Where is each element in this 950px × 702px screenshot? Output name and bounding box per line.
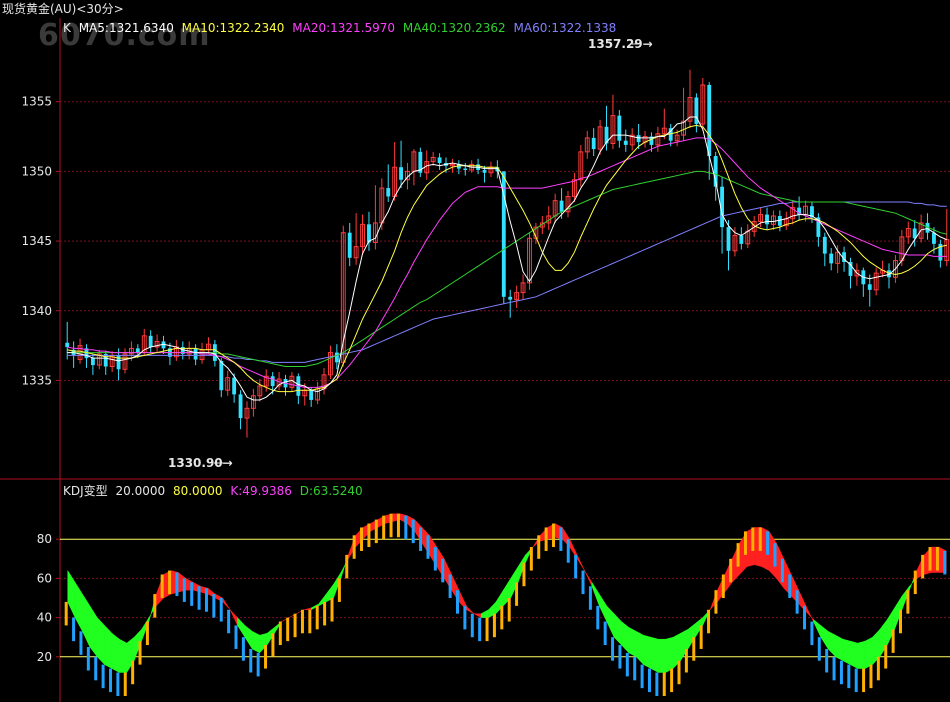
kdj-ribbon-segment [222, 597, 231, 610]
candle-body-down [508, 296, 513, 300]
candle-body-down [232, 377, 237, 395]
kdj-ribbon-segment [864, 636, 873, 669]
candle-body-down [65, 342, 70, 347]
legend-ma20: MA20:1321.5970 [292, 21, 396, 35]
candle-body-down [559, 200, 564, 212]
candle-body-down [219, 360, 224, 391]
kdj-ribbon-segment [466, 605, 474, 614]
kdj-ribbon-segment [820, 624, 829, 650]
kdj-ribbon-segment [850, 640, 858, 669]
candle-body-down [135, 348, 140, 353]
candle-body-down [636, 135, 641, 143]
kdj-legend-k: K:49.9386 [230, 484, 292, 498]
kdj-ribbon-segment [857, 640, 866, 669]
candle-body-down [829, 253, 834, 264]
kdj-ribbon-segment [237, 616, 246, 639]
candle-body-down [482, 169, 487, 173]
kdj-y-tick-label: 80 [37, 532, 52, 546]
legend-ma60: MA60:1322.1338 [513, 21, 617, 35]
kdj-ribbon-segment [621, 621, 630, 654]
ma20-line [67, 137, 947, 388]
kdj-ribbon-segment [303, 607, 312, 611]
candle-body-down [707, 84, 712, 157]
kdj-legend-p2: 80.0000 [172, 484, 223, 498]
kdj-ribbon-segment [473, 613, 482, 619]
kdj-ribbon-segment [252, 630, 260, 654]
candle-body-down [90, 358, 95, 366]
candle-body-down [334, 352, 339, 363]
candle-body-down [386, 188, 391, 197]
kdj-ribbon-segment [835, 634, 844, 662]
kdj-ribbon-segment [89, 604, 98, 658]
ma-legend: K MA5:1321.6340 MA10:1322.2340 MA20:1321… [63, 21, 620, 35]
candle-body-down [765, 214, 769, 225]
candle-body-down [238, 394, 243, 419]
candle-body-down [822, 236, 827, 254]
kdj-ribbon-segment [665, 636, 674, 673]
kdj-ribbon-segment [480, 609, 489, 618]
kdj-y-tick-label: 40 [37, 611, 52, 625]
kdj-ribbon-segment [606, 605, 615, 638]
kdj-ribbon-segment [96, 616, 105, 666]
kdj-legend-name: KDJ变型 [63, 484, 108, 498]
kdj-y-tick-label: 20 [37, 650, 52, 664]
kdj-ribbon-segment [119, 638, 128, 673]
candle-body-down [270, 376, 275, 387]
kdj-ribbon-segment [643, 634, 652, 669]
kdj-legend-d: D:63.5240 [299, 484, 363, 498]
kdj-ribbon-segment [67, 569, 76, 618]
candle-body-down [347, 232, 352, 258]
legend-ma40: MA40:1320.2362 [402, 21, 506, 35]
candle-body-down [463, 168, 468, 170]
y-tick-label: 1345 [21, 234, 52, 248]
kdj-ribbon-segment [244, 624, 253, 650]
kdj-ribbon-segment [111, 632, 120, 673]
candle-body-down [867, 284, 872, 290]
chart-canvas: 1335 1340 1345 1350 1355 20 40 60 80 [0, 18, 950, 702]
kdj-ribbon-segment [805, 605, 814, 622]
kdj-legend: KDJ变型 20.0000 80.0000 K:49.9386 D:63.524… [63, 482, 367, 499]
kdj-ribbon-segment [628, 626, 637, 658]
legend-ma10: MA10:1322.2340 [181, 21, 285, 35]
high-price-label: 1357.29→ [588, 37, 653, 51]
ma10-line [67, 124, 947, 393]
kdj-legend-p1: 20.0000 [115, 484, 166, 498]
candle-body-down [739, 235, 744, 244]
kdj-ribbon-segment [82, 593, 91, 648]
legend-k: K [63, 21, 71, 35]
candle-body-down [726, 227, 731, 251]
candle-body-down [309, 390, 314, 400]
ma40-line [67, 170, 947, 367]
kdj-ribbon-segment [650, 636, 659, 673]
low-price-label: 1330.90→ [168, 456, 233, 470]
ma5-line [67, 116, 947, 401]
legend-ma5: MA5:1321.6340 [78, 21, 174, 35]
kdj-ribbon-segment [104, 624, 113, 669]
kdj-y-tick-label: 60 [37, 571, 52, 585]
candle-body-down [591, 137, 596, 150]
kdj-ribbon-segment [229, 609, 238, 626]
kdj-ribbon-segment [74, 581, 83, 632]
kdj-ribbon-segment [813, 619, 822, 638]
kdj-ribbon-segment [827, 630, 836, 658]
y-tick-label: 1355 [21, 95, 52, 109]
kdj-ribbon-segment [591, 581, 600, 606]
kdj-ribbon-segment [842, 638, 851, 666]
candle-body-down [193, 348, 198, 360]
candle-body-down [437, 157, 442, 164]
kdj-ribbon-segment [613, 613, 622, 646]
candle-body-down [148, 335, 153, 347]
y-tick-label: 1340 [21, 304, 52, 318]
candle-body-down [399, 167, 403, 180]
kdj-ribbon-segment [658, 638, 666, 673]
ma60-line [67, 201, 947, 363]
candle-body-down [932, 232, 936, 244]
kdj-ribbon-segment [635, 630, 644, 666]
candle-body-down [367, 224, 371, 243]
kdj-ribbon-segment [576, 554, 585, 571]
y-tick-label: 1335 [21, 373, 52, 387]
y-tick-label: 1350 [21, 164, 52, 178]
candle-body-down [623, 140, 628, 145]
candle-body-down [617, 115, 622, 141]
